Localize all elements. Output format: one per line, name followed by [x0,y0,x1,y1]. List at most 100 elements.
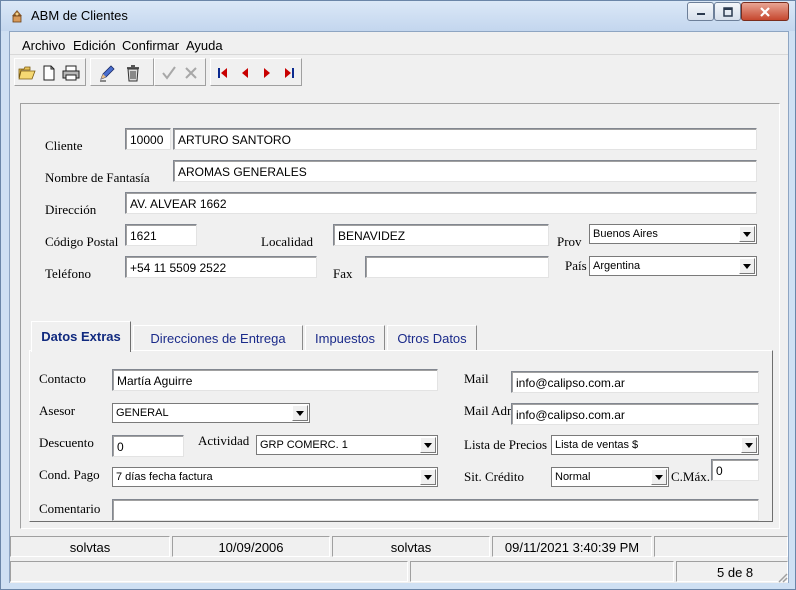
status-empty [654,536,788,557]
menu-confirmar[interactable]: Confirmar [122,38,179,53]
status-bar-top: solvtas 10/09/2006 solvtas 09/11/2021 3:… [10,534,788,558]
open-button[interactable] [17,63,37,83]
delete-trash-icon [127,65,139,82]
pais-select-value: Argentina [593,260,641,272]
title-bar[interactable]: ABM de Clientes [1,1,795,31]
resize-grip-icon[interactable] [776,571,788,583]
confirm-button[interactable] [159,63,179,83]
mail-label: Mail [464,371,489,386]
pais-select[interactable]: Argentina [589,256,757,276]
cmax-field[interactable]: 0 [711,459,759,481]
status-info [410,561,674,582]
fantasia-field[interactable]: AROMAS GENERALES [173,160,757,182]
chevron-down-icon [745,442,753,448]
menu-bar: Archivo Edición Confirmar Ayuda [10,32,788,55]
chevron-down-icon [743,231,751,237]
close-button[interactable] [741,2,789,21]
localidad-label: Localidad [261,234,313,249]
client-form-panel: Cliente 10000 ARTURO SANTORO Nombre de F… [20,103,780,529]
datos-extras-panel: Contacto Martía Aguirre Mail info@calips… [29,350,773,522]
cond-pago-label: Cond. Pago [39,467,100,482]
contacto-field[interactable]: Martía Aguirre [112,369,438,391]
direccion-field[interactable]: AV. ALVEAR 1662 [125,192,757,214]
cliente-name-field[interactable]: ARTURO SANTORO [173,128,757,150]
comentario-field[interactable] [112,499,759,521]
prov-select-value: Buenos Aires [593,228,658,240]
pais-dropdown-button[interactable] [739,258,755,274]
next-record-icon [264,68,270,78]
menu-ayuda[interactable]: Ayuda [186,38,223,53]
status-user-2: solvtas [332,536,490,557]
cond-pago-dropdown-button[interactable] [420,469,436,485]
chevron-down-icon [296,410,304,416]
toolbar [10,55,788,87]
lista-precios-select-value: Lista de ventas $ [555,439,639,451]
codigo-postal-field[interactable]: 1621 [125,224,197,246]
mail-adm-label: Mail Adm [464,403,512,418]
minimize-button[interactable] [687,2,714,21]
cliente-code-field[interactable]: 10000 [125,128,171,150]
prov-select[interactable]: Buenos Aires [589,224,757,244]
previous-record-icon [242,68,248,78]
contacto-label: Contacto [39,371,86,386]
tab-direcciones-entrega[interactable]: Direcciones de Entrega [133,325,303,351]
lista-precios-select[interactable]: Lista de ventas $ [551,435,759,455]
status-message [10,561,408,582]
new-button[interactable] [39,63,59,83]
tab-datos-extras[interactable]: Datos Extras [31,321,131,352]
chevron-down-icon [424,474,432,480]
window-title: ABM de Clientes [31,8,128,23]
close-icon [760,6,770,17]
cancel-button[interactable] [181,63,201,83]
sit-credito-select-value: Normal [555,471,591,483]
mail-adm-field[interactable]: info@calipso.com.ar [511,403,759,425]
cond-pago-select[interactable]: 7 días fecha factura [112,467,438,487]
fantasia-label: Nombre de Fantasía [45,170,150,185]
asesor-label: Asesor [39,403,76,418]
last-record-button[interactable] [279,63,299,83]
fax-field[interactable] [365,256,549,278]
maximize-button[interactable] [714,2,741,21]
menu-edicion[interactable]: Edición [73,38,116,53]
localidad-field[interactable]: BENAVIDEZ [333,224,549,246]
toolbar-group-confirm [154,58,206,86]
prov-label: Prov [557,234,582,249]
edit-button[interactable] [97,63,117,83]
descuento-field[interactable]: 0 [112,435,184,457]
actividad-label: Actividad [198,433,250,448]
first-record-icon [218,68,227,78]
tab-impuestos[interactable]: Impuestos [305,325,385,351]
lista-precios-label: Lista de Precios [464,437,548,452]
cliente-label: Cliente [45,138,83,153]
status-date: 10/09/2006 [172,536,330,557]
status-datetime: 09/11/2021 3:40:39 PM [492,536,652,557]
mail-field[interactable]: info@calipso.com.ar [511,371,759,393]
chevron-down-icon [655,474,663,480]
sit-credito-dropdown-button[interactable] [651,469,667,485]
prov-dropdown-button[interactable] [739,226,755,242]
toolbar-group-file [14,58,86,86]
previous-record-button[interactable] [235,63,255,83]
print-button[interactable] [61,63,81,83]
tab-otros-datos[interactable]: Otros Datos [387,325,477,351]
actividad-dropdown-button[interactable] [420,437,436,453]
status-bar-bottom: 5 de 8 [10,559,788,583]
telefono-label: Teléfono [45,266,92,281]
cond-pago-select-value: 7 días fecha factura [116,471,213,483]
asesor-dropdown-button[interactable] [292,405,308,421]
open-folder-icon [18,66,36,80]
asesor-select[interactable]: GENERAL [112,403,310,423]
codigo-postal-label: Código Postal [45,234,119,249]
pais-label: País [565,258,587,273]
next-record-button[interactable] [257,63,277,83]
delete-button[interactable] [123,63,143,83]
actividad-select[interactable]: GRP COMERC. 1 [256,435,438,455]
status-user: solvtas [10,536,170,557]
telefono-field[interactable]: +54 11 5509 2522 [125,256,317,278]
client-area: Archivo Edición Confirmar Ayuda Cliente … [9,31,789,583]
direccion-label: Dirección [45,202,97,217]
lista-precios-dropdown-button[interactable] [741,437,757,453]
first-record-button[interactable] [213,63,233,83]
menu-archivo[interactable]: Archivo [22,38,65,53]
sit-credito-select[interactable]: Normal [551,467,669,487]
